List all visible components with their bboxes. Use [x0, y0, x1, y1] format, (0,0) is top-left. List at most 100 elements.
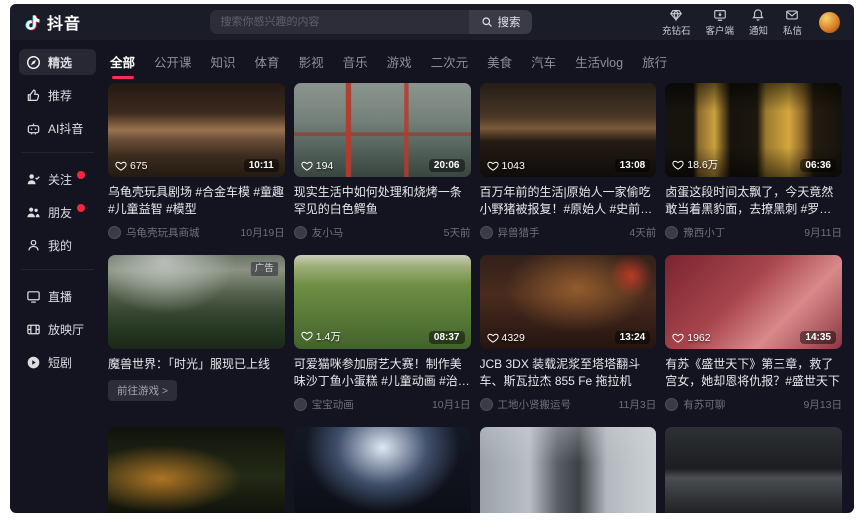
- douyin-logo[interactable]: 抖音: [24, 10, 81, 34]
- tab-10[interactable]: 汽车: [531, 52, 556, 71]
- author-name[interactable]: 异兽猎手: [498, 225, 625, 240]
- video-card[interactable]: 影视解说：狂飙: [480, 427, 657, 513]
- user-icon: [26, 238, 41, 253]
- author-name[interactable]: 工地小贤搬运号: [498, 397, 614, 412]
- author-name[interactable]: 友小马: [312, 225, 439, 240]
- sidebar-item-profile[interactable]: 我的: [19, 232, 96, 258]
- notifications-button[interactable]: 通知: [749, 8, 768, 37]
- video-card[interactable]: 重型卡车运输实录: [294, 427, 471, 513]
- video-thumbnail[interactable]: 广告: [108, 255, 285, 349]
- like-count: 1962: [672, 332, 710, 344]
- sidebar-item-live[interactable]: 直播: [19, 283, 96, 309]
- video-thumbnail[interactable]: [480, 427, 657, 513]
- tab-12[interactable]: 旅行: [642, 52, 667, 71]
- video-thumbnail[interactable]: 1.4万 08:37: [294, 255, 471, 349]
- client-download-button[interactable]: 客户端: [705, 8, 734, 37]
- video-duration: 08:37: [429, 331, 465, 344]
- author-avatar: [480, 398, 493, 411]
- sidebar-item-friends[interactable]: 朋友: [19, 199, 96, 225]
- video-card[interactable]: 1962 14:35 有苏《盛世天下》第三章，救了宫女，她却恩将仇报？#盛世天下…: [665, 255, 842, 412]
- video-card[interactable]: 194 20:06 现实生活中如何处理和烧烤一条罕见的白色鳄鱼 友小马 5天前: [294, 83, 471, 240]
- video-title[interactable]: 有苏《盛世天下》第三章，救了宫女，她却恩将仇报？#盛世天下: [665, 356, 842, 391]
- author-avatar: [665, 398, 678, 411]
- recharge-button[interactable]: 充钻石: [662, 8, 691, 37]
- tab-5[interactable]: 影视: [299, 52, 324, 71]
- video-thumbnail[interactable]: 1962 14:35: [665, 255, 842, 349]
- sidebar-item-ai-douyin[interactable]: AI抖音: [19, 115, 96, 141]
- like-count: 1043: [487, 160, 525, 172]
- video-thumbnail[interactable]: [294, 427, 471, 513]
- video-card[interactable]: 4329 13:24 JCB 3DX 装载泥浆至塔塔翻斗车、斯瓦拉杰 855 F…: [480, 255, 657, 412]
- video-title[interactable]: JCB 3DX 装载泥浆至塔塔翻斗车、斯瓦拉杰 855 Fe 拖拉机: [480, 356, 657, 391]
- like-count: 18.6万: [672, 157, 718, 172]
- douyin-app: 抖音 搜索 充钻石: [10, 4, 854, 513]
- author-name[interactable]: 乌龟壳玩具商城: [126, 225, 235, 240]
- video-card[interactable]: 18.6万 06:36 卤蛋这段时间太飘了，今天竟然敢当着黑豹面，去撩黑刺 #罗…: [665, 83, 842, 240]
- main-content: 全部公开课知识体育影视音乐游戏二次元美食汽车生活vlog 旅行 675 10:11…: [102, 40, 854, 513]
- sidebar-item-cinema[interactable]: 放映厅: [19, 316, 96, 342]
- tab-7[interactable]: 游戏: [387, 52, 412, 71]
- sidebar-item-label: 精选: [48, 54, 72, 71]
- compass-icon: [26, 55, 41, 70]
- video-thumbnail[interactable]: 4329 13:24: [480, 255, 657, 349]
- video-meta: 豫西小丁 9月11日: [665, 225, 842, 240]
- tab-9[interactable]: 美食: [487, 52, 512, 71]
- douyin-note-icon: [24, 13, 43, 32]
- tab-11[interactable]: 生活vlog: [575, 52, 623, 71]
- tab-bar: 全部公开课知识体育影视音乐游戏二次元美食汽车生活vlog 旅行: [108, 50, 842, 83]
- ad-badge: 广告: [250, 261, 279, 277]
- tab-8[interactable]: 二次元: [431, 52, 469, 71]
- video-title[interactable]: 现实生活中如何处理和烧烤一条罕见的白色鳄鱼: [294, 184, 471, 219]
- video-thumbnail[interactable]: [108, 427, 285, 513]
- user-check-icon: [26, 172, 41, 187]
- author-name[interactable]: 宝宝动画: [312, 397, 427, 412]
- like-count-value: 4329: [502, 332, 525, 344]
- video-card[interactable]: 675 10:11 乌龟壳玩具剧场 #合金车模 #童趣 #儿童益智 #模型 乌龟…: [108, 83, 285, 240]
- messages-button[interactable]: 私信: [783, 8, 802, 37]
- sidebar-item-label: 推荐: [48, 87, 72, 104]
- sidebar-item-following[interactable]: 关注: [19, 166, 96, 192]
- users-icon: [26, 205, 41, 220]
- video-thumbnail[interactable]: 194 20:06: [294, 83, 471, 177]
- sidebar-item-featured[interactable]: 精选: [19, 49, 96, 75]
- sidebar-item-label: 直播: [48, 288, 72, 305]
- sidebar-item-recommend[interactable]: 推荐: [19, 82, 96, 108]
- video-card[interactable]: 广告 魔兽世界：「时光」服现已上线 前往游戏 >: [108, 255, 285, 412]
- video-card[interactable]: 萌宠猫咪日常生活: [108, 427, 285, 513]
- tab-1[interactable]: 全部: [110, 52, 135, 71]
- search-input[interactable]: [210, 16, 469, 28]
- video-thumbnail[interactable]: [665, 427, 842, 513]
- video-title[interactable]: 卤蛋这段时间太飘了，今天竟然敢当着黑豹面，去撩黑刺 #罗威纳: [665, 184, 842, 219]
- ad-cta-button[interactable]: 前往游戏 >: [108, 380, 177, 401]
- video-thumbnail[interactable]: 1043 13:08: [480, 83, 657, 177]
- video-card[interactable]: 1.4万 08:37 可爱猫咪参加厨艺大赛！制作美味沙丁鱼小蛋糕 #儿童动画 #…: [294, 255, 471, 412]
- author-name[interactable]: 有苏可聊: [683, 397, 798, 412]
- video-card[interactable]: 海鲜大餐赶海视频: [665, 427, 842, 513]
- video-thumbnail[interactable]: 675 10:11: [108, 83, 285, 177]
- notification-dot: [77, 171, 85, 179]
- video-thumbnail[interactable]: 18.6万 06:36: [665, 83, 842, 177]
- tab-3[interactable]: 知识: [211, 52, 236, 71]
- tab-6[interactable]: 音乐: [343, 52, 368, 71]
- search-icon: [481, 16, 493, 28]
- author-avatar: [480, 226, 493, 239]
- like-count-value: 18.6万: [687, 157, 718, 172]
- video-title[interactable]: 可爱猫咪参加厨艺大赛！制作美味沙丁鱼小蛋糕 #儿童动画 #治愈系: [294, 356, 471, 391]
- user-avatar[interactable]: [819, 12, 840, 33]
- sidebar: 精选 推荐 AI抖音: [10, 40, 102, 513]
- heart-icon: [672, 332, 684, 344]
- like-count: 194: [301, 160, 334, 172]
- video-title[interactable]: 乌龟壳玩具剧场 #合金车模 #童趣 #儿童益智 #模型: [108, 184, 285, 219]
- like-count-value: 194: [316, 160, 334, 172]
- search-button[interactable]: 搜索: [469, 10, 532, 34]
- publish-date: 5天前: [444, 225, 471, 240]
- sidebar-item-short-drama[interactable]: 短剧: [19, 349, 96, 375]
- live-icon: [26, 289, 41, 304]
- tab-2[interactable]: 公开课: [154, 52, 192, 71]
- video-title[interactable]: 魔兽世界：「时光」服现已上线: [108, 356, 285, 373]
- video-card[interactable]: 1043 13:08 百万年前的生活|原始人一家偷吃小野猪被报复！#原始人 #史…: [480, 83, 657, 240]
- video-title[interactable]: 百万年前的生活|原始人一家偷吃小野猪被报复！#原始人 #史前文明: [480, 184, 657, 219]
- author-name[interactable]: 豫西小丁: [683, 225, 799, 240]
- header-actions: 充钻石 客户端 通知 私信: [662, 8, 840, 37]
- tab-4[interactable]: 体育: [255, 52, 280, 71]
